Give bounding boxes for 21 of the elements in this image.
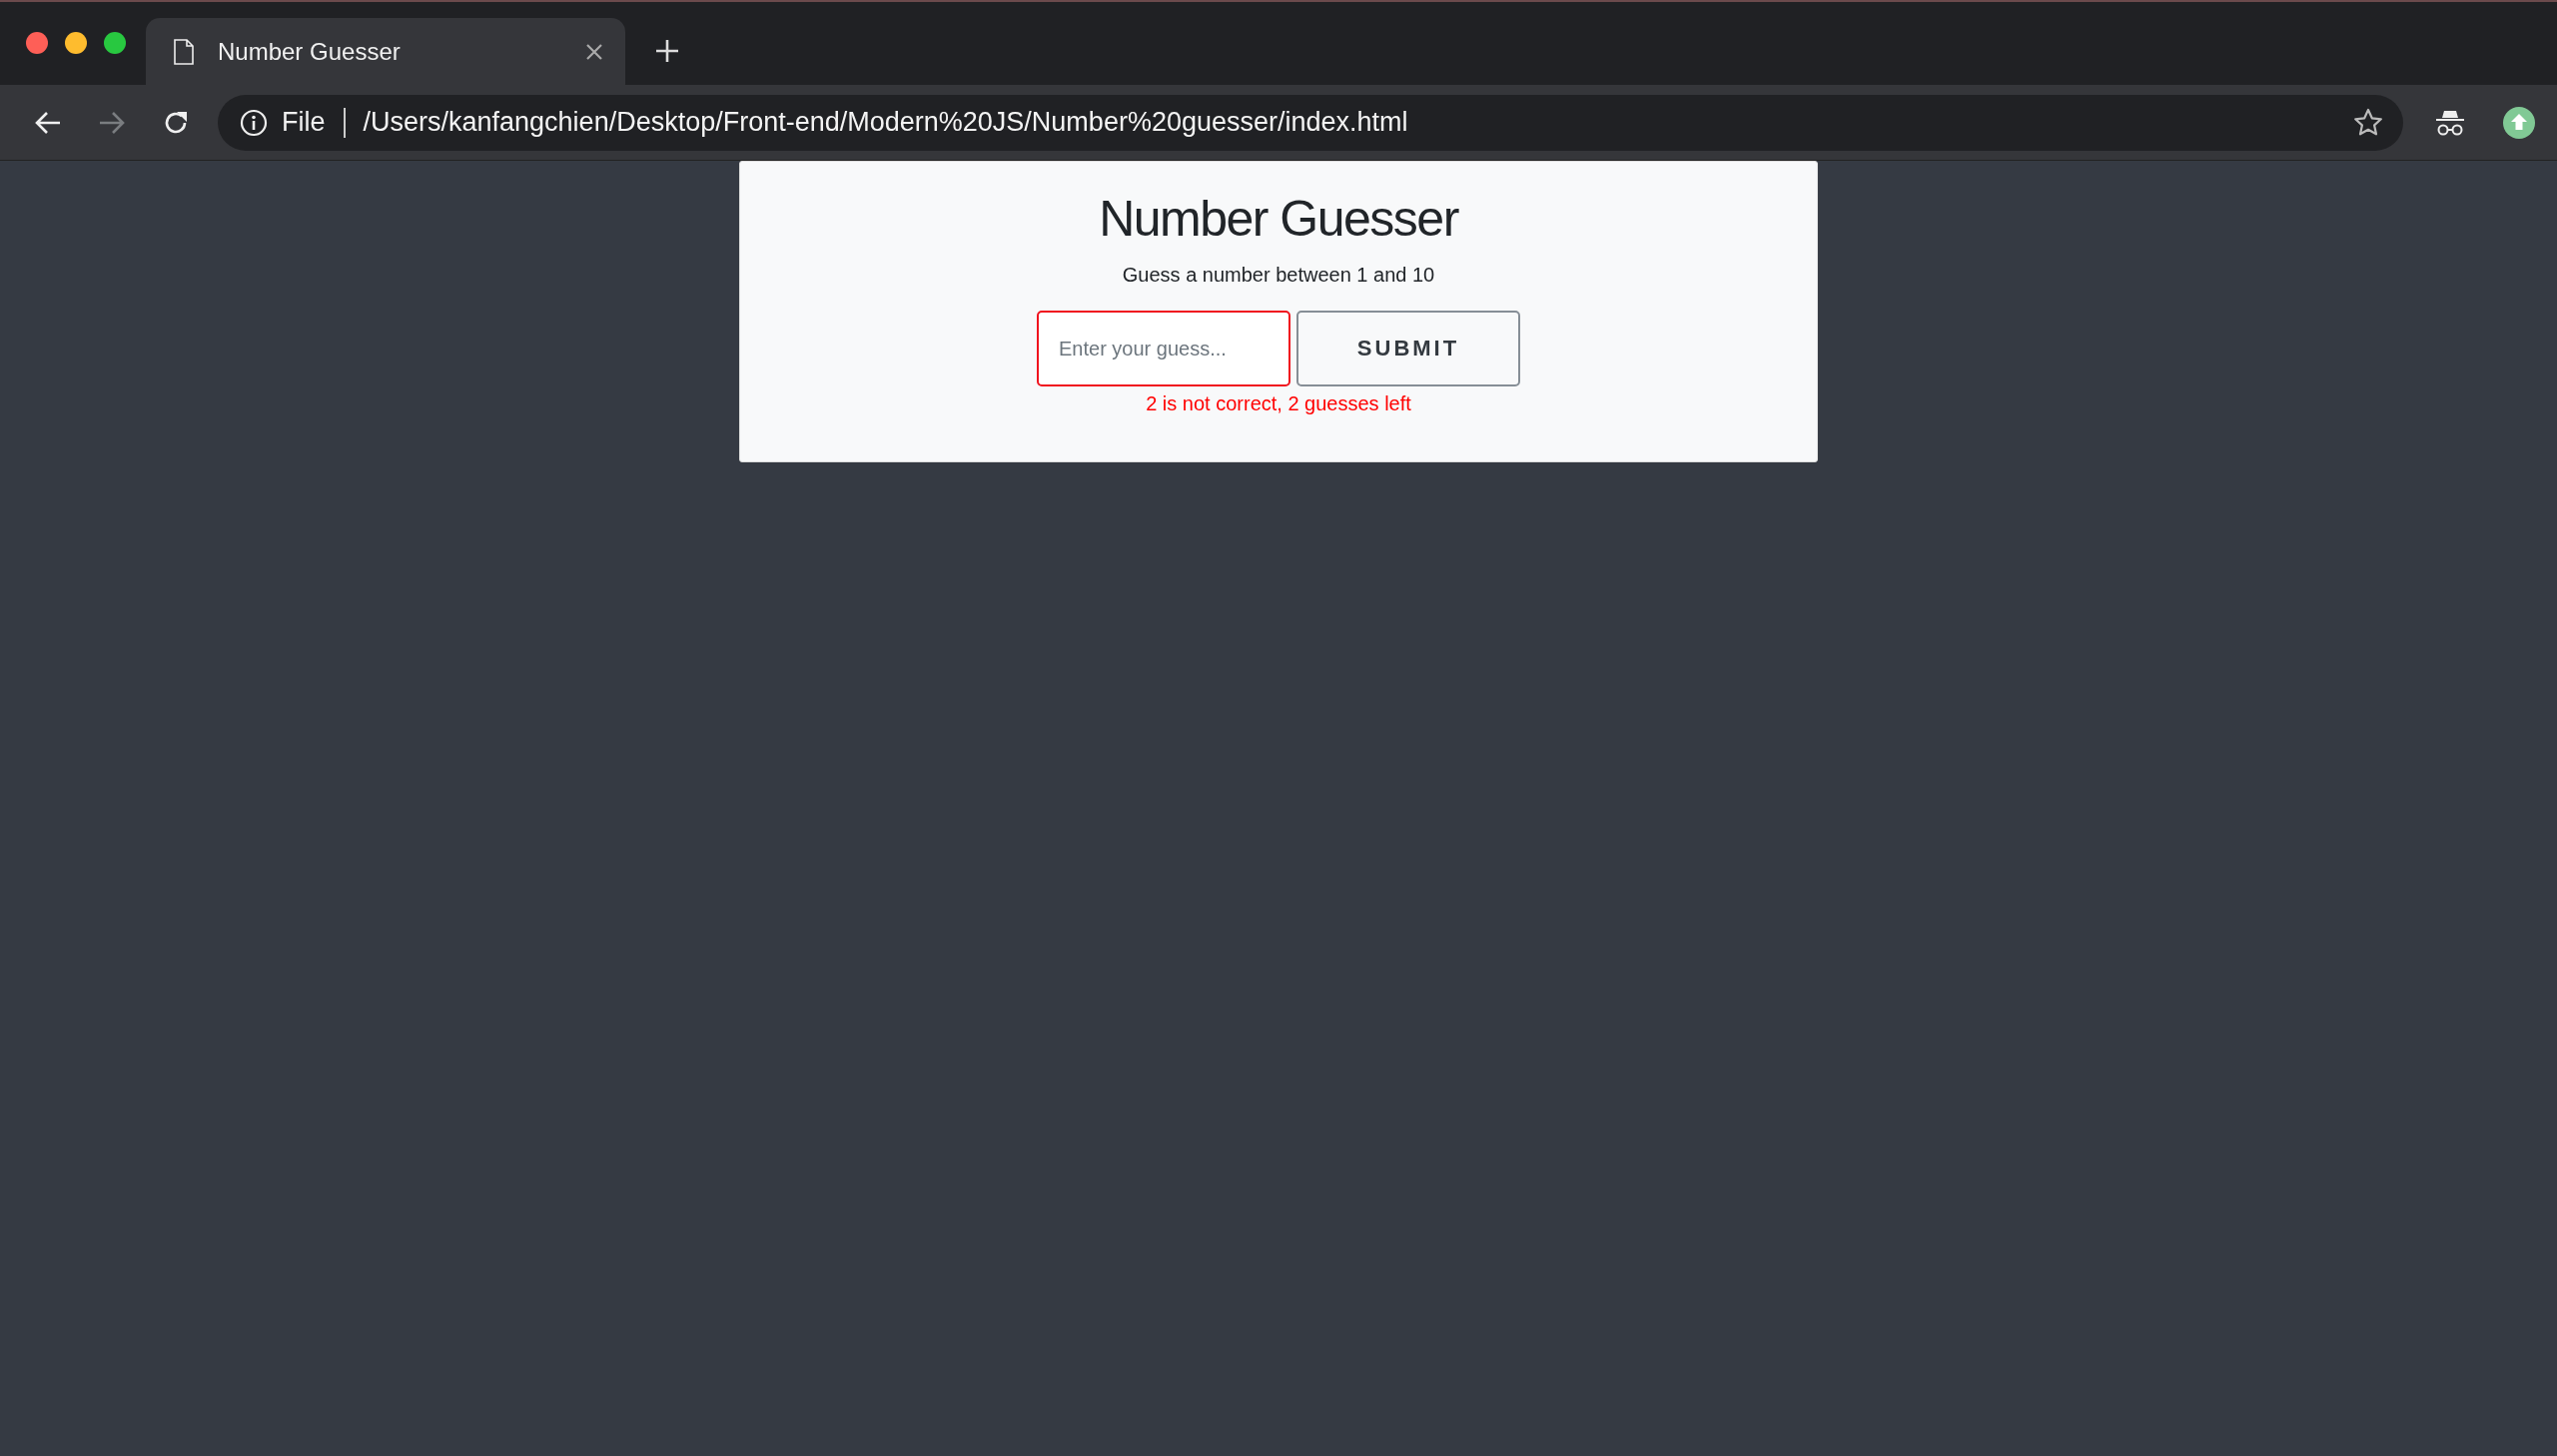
incognito-icon[interactable] bbox=[2435, 109, 2465, 136]
update-icon[interactable] bbox=[2503, 106, 2535, 139]
back-arrow-icon bbox=[34, 110, 62, 135]
info-icon[interactable] bbox=[240, 108, 268, 137]
url-text: /Users/kanfangchien/Desktop/Front-end/Modern%20JS/Number%20guesser/index.html bbox=[363, 107, 1409, 138]
page-title: Number Guesser bbox=[1099, 190, 1458, 248]
close-tab-icon[interactable] bbox=[585, 42, 603, 61]
maximize-window-button[interactable] bbox=[104, 31, 126, 54]
guess-input-field[interactable]: Enter your guess... bbox=[1037, 311, 1290, 386]
address-bar[interactable]: File /Users/kanfangchien/Desktop/Front-end/Modern%20JS/Number%20guesser/index.html bbox=[218, 94, 2403, 151]
minimize-window-button[interactable] bbox=[65, 31, 87, 54]
browser-tab[interactable]: Number Guesser bbox=[146, 18, 625, 85]
scheme-label: File bbox=[282, 107, 326, 138]
new-tab-icon[interactable] bbox=[655, 39, 679, 63]
result-message: 2 is not correct, 2 guesses left bbox=[1146, 392, 1411, 415]
forward-arrow-icon bbox=[98, 110, 126, 135]
document-icon bbox=[174, 38, 194, 65]
instructions-text: Guess a number between 1 and 10 bbox=[1122, 264, 1435, 287]
bookmark-star-icon[interactable] bbox=[2353, 107, 2383, 138]
close-window-button[interactable] bbox=[26, 31, 48, 54]
submit-button[interactable]: SUBMIT bbox=[1296, 311, 1520, 386]
